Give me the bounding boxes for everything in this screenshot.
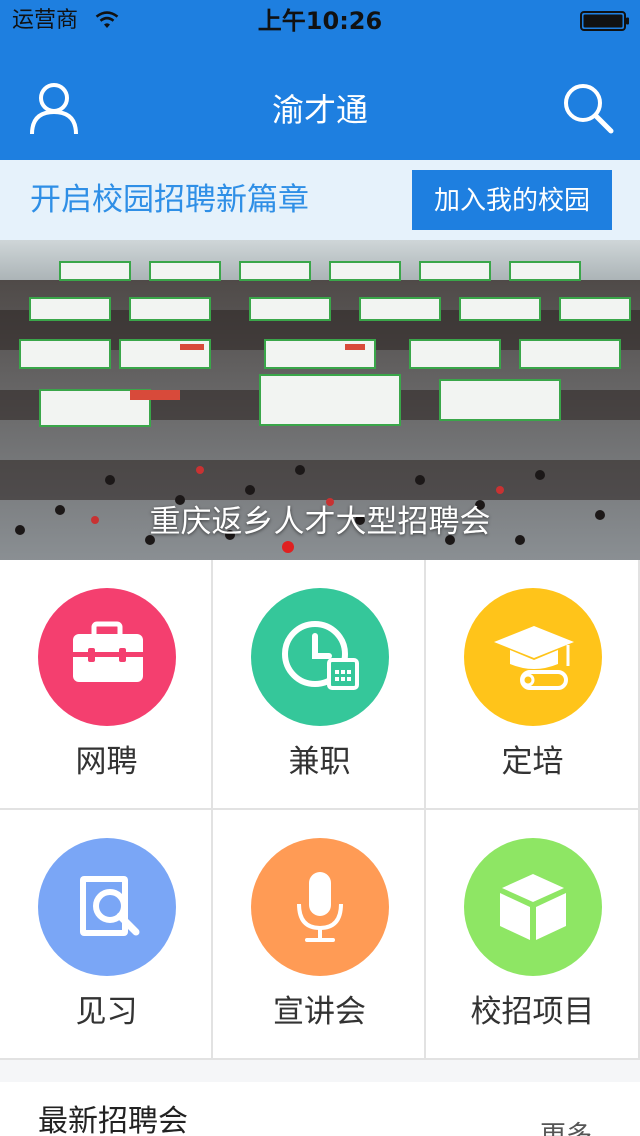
grid-item-icon-circle: [38, 588, 176, 726]
grid-item-icon-circle: [251, 838, 389, 976]
carousel-indicator-dot[interactable]: [282, 541, 294, 553]
more-link[interactable]: 更多: [540, 1116, 592, 1136]
grid-item-internship[interactable]: 见习: [0, 810, 213, 1060]
grid-item-training[interactable]: 定培: [426, 560, 640, 810]
briefcase-icon: [73, 621, 143, 682]
section-title: 最新招聘会: [38, 1104, 188, 1136]
grid-item-label: 网聘: [75, 744, 138, 780]
search-icon[interactable]: [560, 80, 616, 136]
status-time: 上午10:26: [257, 7, 383, 35]
grid-item-label: 见习: [75, 994, 138, 1030]
campus-banner: 开启校园招聘新篇章 加入我的校园: [0, 160, 640, 240]
grid-item-icon-circle: [464, 838, 602, 976]
campus-slogan: 开启校园招聘新篇章: [30, 182, 309, 218]
grid-item-campus-project[interactable]: 校招项目: [426, 810, 640, 1060]
join-my-campus-button[interactable]: 加入我的校园: [412, 170, 612, 230]
status-bar: 运营商 上午10:26: [0, 0, 640, 40]
grid-item-label: 校招项目: [470, 994, 595, 1030]
microphone-icon: [297, 872, 343, 942]
battery-icon: [580, 11, 629, 31]
grid-item-icon-circle: [38, 838, 176, 976]
clock-calendar-icon: [282, 621, 359, 690]
page-title: 渝才通: [271, 91, 368, 129]
grid-item-online-recruit[interactable]: 网聘: [0, 560, 213, 810]
grid-item-label: 宣讲会: [273, 994, 366, 1030]
grid-item-presentation[interactable]: 宣讲会: [213, 810, 426, 1060]
latest-job-fairs-header: 最新招聘会 更多: [0, 1082, 640, 1136]
grid-item-part-time[interactable]: 兼职: [213, 560, 426, 810]
grid-item-icon-circle: [464, 588, 602, 726]
book-search-icon: [80, 876, 140, 936]
grid-item-label: 定培: [501, 744, 564, 780]
carousel-banner[interactable]: 重庆返乡人才大型招聘会: [0, 240, 640, 560]
function-grid: 网聘 兼职 定培 见习 宣讲会 校招项目: [0, 560, 640, 1060]
grid-item-icon-circle: [251, 588, 389, 726]
cube-icon: [500, 874, 566, 940]
nav-bar: 渝才通: [0, 40, 640, 160]
graduation-cap-icon: [494, 626, 574, 690]
grid-item-label: 兼职: [288, 744, 351, 780]
carousel-caption: 重庆返乡人才大型招聘会: [149, 504, 491, 540]
